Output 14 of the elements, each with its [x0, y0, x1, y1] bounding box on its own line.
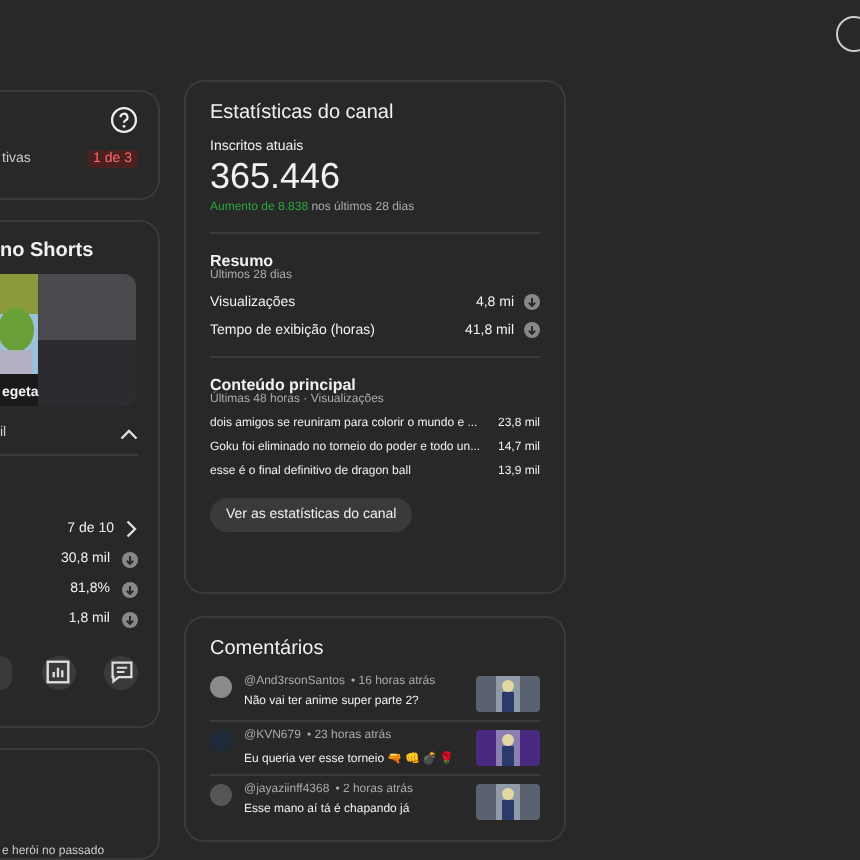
- section-title: Resumo: [210, 252, 274, 270]
- comment-icon: [109, 660, 133, 685]
- subscriber-count: 365.446: [210, 156, 343, 198]
- section-title: Conteúdo principal: [210, 376, 356, 394]
- chevron-right-icon[interactable]: [126, 519, 138, 538]
- analytics-button[interactable]: [41, 655, 75, 690]
- avatar[interactable]: [210, 676, 232, 698]
- card-title: no Shorts: [0, 239, 94, 262]
- card-title: Estatísticas do canal: [210, 102, 396, 124]
- help-icon[interactable]: [110, 106, 138, 134]
- chevron-up-icon[interactable]: [120, 427, 138, 440]
- card-title: Comentários: [210, 638, 326, 660]
- bar-chart-icon: [46, 660, 70, 685]
- comment-button[interactable]: [104, 655, 138, 690]
